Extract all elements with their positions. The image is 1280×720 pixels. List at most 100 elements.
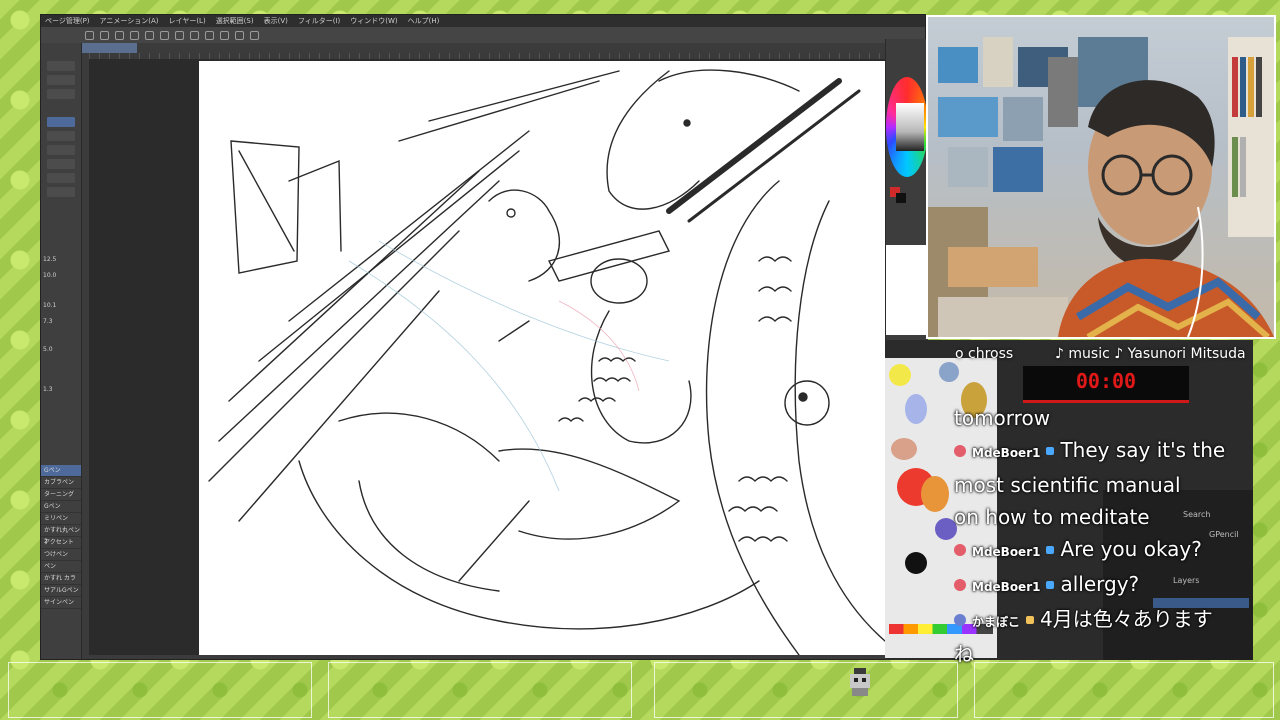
menu-window[interactable]: ウィンドウ(W)	[350, 15, 397, 27]
drawing-canvas[interactable]	[199, 61, 885, 655]
subtool-item[interactable]: つけペン	[41, 549, 81, 561]
tool-zoom[interactable]	[47, 61, 75, 71]
document-tab[interactable]	[81, 43, 137, 53]
timer-text: 00:00	[1075, 369, 1137, 393]
transform-icon[interactable]	[190, 30, 199, 40]
paint-swatch	[905, 552, 927, 574]
color-wheel[interactable]	[886, 77, 928, 177]
new-file-icon[interactable]	[85, 30, 94, 40]
chat-message: かまぼこ 4月は色々あります	[954, 603, 1250, 638]
chat-text: most scientific manual	[954, 473, 1181, 497]
music-credit-text: ♪ music ♪ Yasunori Mitsuda	[1055, 346, 1246, 362]
chat-message: MdeBoer1 allergy?	[954, 568, 1250, 603]
brush-size-value[interactable]: 12.5	[43, 255, 79, 265]
subtool-item[interactable]: アクセント	[41, 537, 81, 549]
tool-brush[interactable]	[47, 145, 75, 155]
subtool-item[interactable]: カブラペン	[41, 477, 81, 489]
clear-icon[interactable]	[160, 30, 169, 40]
canvas-ruler	[89, 53, 885, 59]
user-avatar-icon	[954, 445, 966, 457]
ruler-icon[interactable]	[205, 30, 214, 40]
user-avatar-icon	[954, 579, 966, 591]
tool-eraser[interactable]	[47, 159, 75, 169]
tool-pen[interactable]	[47, 117, 75, 127]
sub-color-swatch[interactable]	[896, 193, 906, 203]
chat-message: tomorrow	[954, 402, 1250, 434]
menu-view[interactable]: 表示(V)	[264, 15, 288, 27]
hardness-value[interactable]: 1.3	[43, 385, 79, 395]
overlay-slot	[974, 662, 1274, 718]
chat-text: Are you okay?	[1060, 537, 1202, 561]
navigator-thumbnail[interactable]	[886, 245, 928, 335]
fill-icon[interactable]	[175, 30, 184, 40]
menu-filter[interactable]: フィルター(I)	[298, 15, 340, 27]
overlay-slot	[328, 662, 632, 718]
subtool-item[interactable]: Gペン	[41, 501, 81, 513]
clip-studio-window: ページ管理(P) アニメーション(A) レイヤー(L) 選択範囲(S) 表示(V…	[40, 14, 928, 660]
subtool-list: Gペン カブラペン ターニング Gペン ミリペン かすれ丸ペン2 アクセント つ…	[41, 465, 81, 609]
credit-left-text: o chross	[955, 346, 1014, 362]
tool-move[interactable]	[47, 75, 75, 85]
paint-swatch	[891, 438, 917, 460]
snap-icon[interactable]	[235, 30, 244, 40]
stabilization-value[interactable]: 10.1	[43, 301, 79, 311]
timer-display: 00:00	[1023, 366, 1189, 403]
command-bar	[41, 27, 925, 43]
menu-help[interactable]: ヘルプ(H)	[408, 15, 440, 27]
subtool-item[interactable]: ミリペン	[41, 513, 81, 525]
spacing-value[interactable]: 5.0	[43, 345, 79, 355]
subtool-item[interactable]: かすれ カラー	[41, 573, 81, 593]
opacity-value[interactable]: 7.3	[43, 317, 79, 327]
tool-fill[interactable]	[47, 173, 75, 183]
chat-text: allergy?	[1060, 572, 1140, 596]
chat-message: MdeBoer1 Are you okay?	[954, 533, 1250, 568]
member-badge-icon	[1046, 581, 1055, 589]
paint-swatch	[889, 364, 911, 386]
paint-swatch	[939, 362, 959, 382]
subtool-item[interactable]: ターニング	[41, 489, 81, 501]
member-badge-icon	[1046, 447, 1055, 455]
tool-pencil[interactable]	[47, 131, 75, 141]
chat-username: MdeBoer1	[972, 545, 1041, 559]
menu-layer[interactable]: レイヤー(L)	[169, 15, 206, 27]
subtool-item[interactable]: リアルGペン	[41, 585, 81, 597]
webcam-image	[928, 37, 1274, 337]
menu-bar: ページ管理(P) アニメーション(A) レイヤー(L) 選択範囲(S) 表示(V…	[41, 15, 925, 27]
canvas-area[interactable]	[89, 53, 885, 655]
chat-text: They say it's the	[1060, 438, 1226, 462]
chat-message: MdeBoer1 They say it's the	[954, 434, 1250, 469]
subtool-item[interactable]: かすれ丸ペン2	[41, 525, 81, 545]
save-icon[interactable]	[115, 30, 124, 40]
paint-swatch	[905, 394, 927, 424]
credit-row: o chross ♪ music ♪ Yasunori Mitsuda	[955, 344, 1255, 364]
chat-username: MdeBoer1	[972, 446, 1041, 460]
stream-chat: tomorrow MdeBoer1 They say it's the most …	[954, 402, 1250, 670]
tool-gradient[interactable]	[47, 187, 75, 197]
pixel-character-icon	[846, 668, 874, 696]
bottom-overlay-bar	[0, 660, 1280, 720]
menu-page[interactable]: ページ管理(P)	[45, 15, 90, 27]
user-avatar-icon	[954, 544, 966, 556]
brush-density-value[interactable]: 10.0	[43, 271, 79, 281]
open-file-icon[interactable]	[100, 30, 109, 40]
pen-settings-icon[interactable]	[220, 30, 229, 40]
paint-swatch	[921, 476, 949, 512]
member-badge-icon	[1046, 546, 1055, 554]
redo-icon[interactable]	[145, 30, 154, 40]
subtool-item[interactable]: サインペン	[41, 597, 81, 609]
menu-animation[interactable]: アニメーション(A)	[100, 15, 159, 27]
menu-selection[interactable]: 選択範囲(S)	[216, 15, 254, 27]
chat-message: most scientific manual	[954, 469, 1250, 501]
chat-message: on how to meditate	[954, 501, 1250, 533]
grid-icon[interactable]	[250, 30, 259, 40]
tool-select[interactable]	[47, 89, 75, 99]
user-avatar-icon	[954, 614, 966, 626]
chat-text: tomorrow	[954, 406, 1051, 430]
chat-text: 4月は色々あります	[1040, 607, 1213, 631]
emoji-badge-icon	[1026, 616, 1035, 624]
chat-username: MdeBoer1	[972, 580, 1041, 594]
subtool-item[interactable]: ペン	[41, 561, 81, 573]
undo-icon[interactable]	[130, 30, 139, 40]
chat-username: かまぼこ	[972, 615, 1021, 629]
subtool-item[interactable]: Gペン	[41, 465, 81, 477]
